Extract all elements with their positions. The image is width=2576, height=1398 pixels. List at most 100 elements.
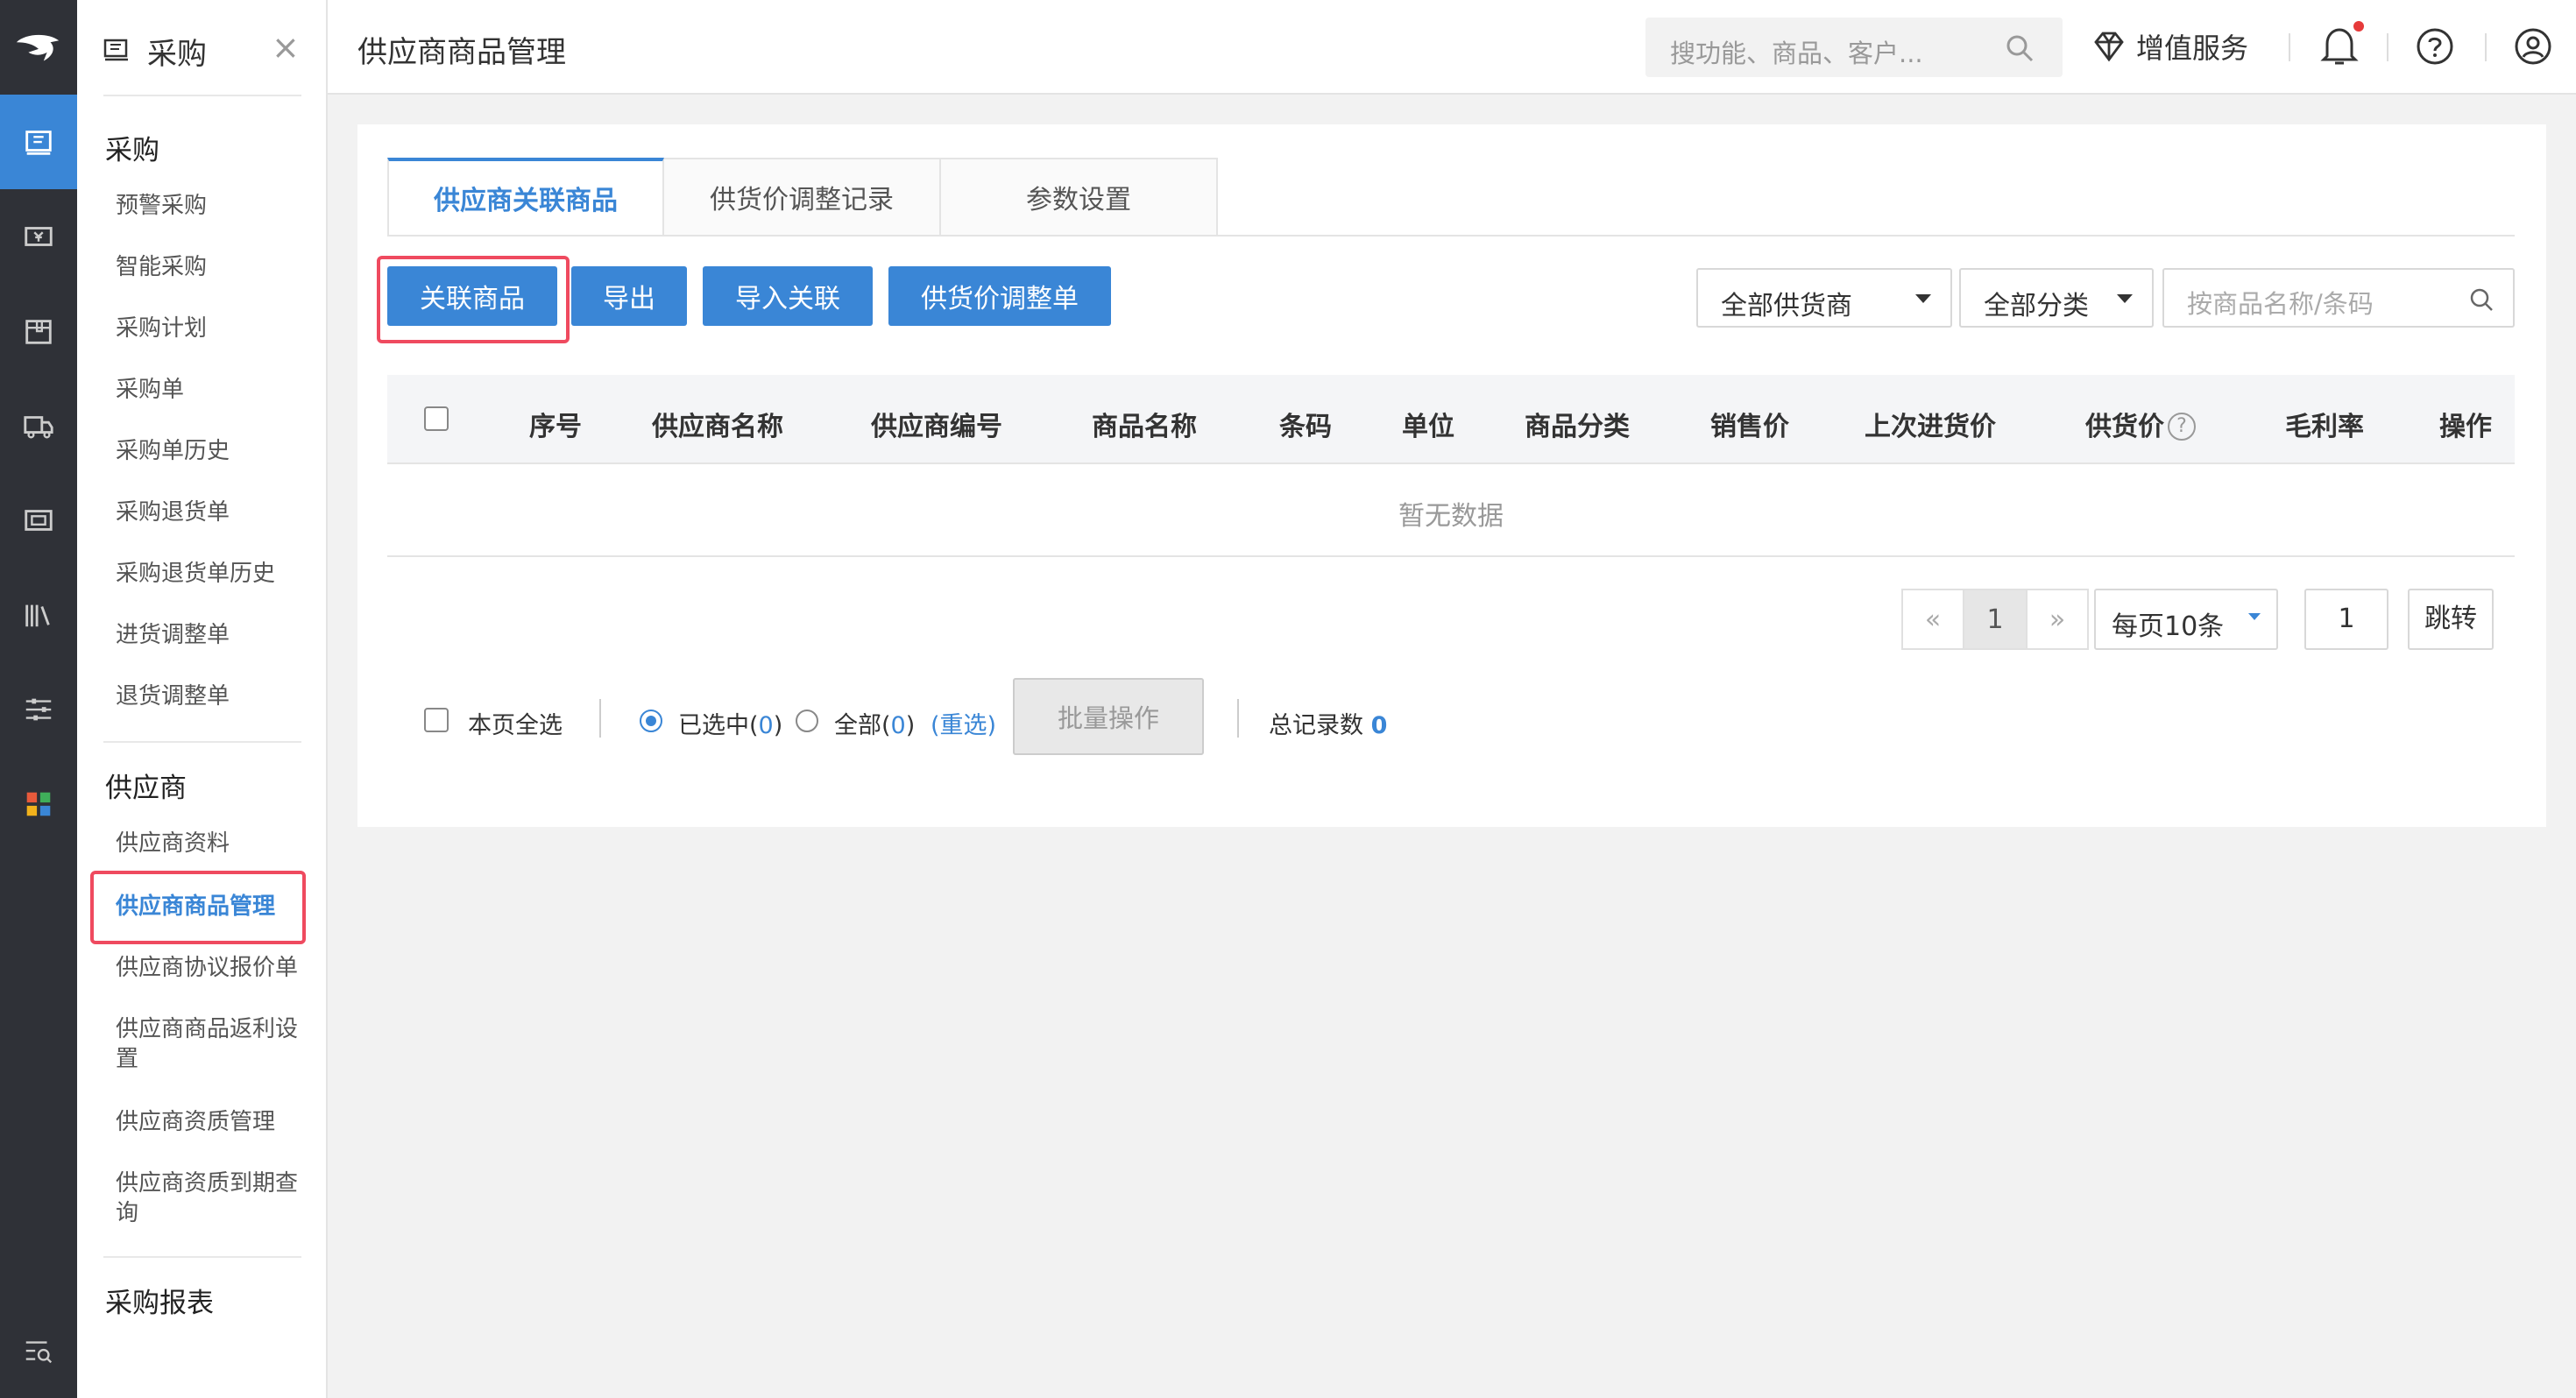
- search-placeholder: 按商品名称/条码: [2187, 289, 2374, 319]
- icon-rail: [0, 0, 77, 1398]
- tab-bar: 供应商关联商品 供货价调整记录 参数设置: [387, 158, 1218, 237]
- divider: [103, 1256, 301, 1258]
- import-link-button[interactable]: 导入关联: [703, 266, 873, 326]
- supplier-select[interactable]: 全部供货商: [1696, 268, 1952, 328]
- column-header[interactable]: 供应商编号: [871, 405, 1002, 443]
- column-header[interactable]: 商品名称: [1092, 405, 1197, 443]
- jump-button[interactable]: 跳转: [2408, 589, 2494, 650]
- bell-icon[interactable]: [2318, 25, 2360, 68]
- divider: [599, 699, 601, 738]
- jump-page-input[interactable]: 1: [2304, 589, 2388, 650]
- help-icon[interactable]: [2415, 26, 2455, 67]
- column-header[interactable]: 上次进货价: [1865, 405, 1996, 443]
- total-count: 0: [1370, 712, 1388, 739]
- category-select-value: 全部分类: [1984, 291, 2089, 321]
- goods-search-input[interactable]: 按商品名称/条码: [2162, 268, 2515, 328]
- search-icon[interactable]: [2467, 286, 2495, 314]
- divider: [1237, 699, 1239, 738]
- table-header: 序号 供应商名称 供应商编号 商品名称 条码 单位 商品分类 销售价 上次进货价…: [387, 375, 2515, 464]
- column-header[interactable]: 单位: [1402, 405, 1454, 443]
- column-header[interactable]: 条码: [1279, 405, 1332, 443]
- price-adjust-order-button[interactable]: 供货价调整单: [888, 266, 1111, 326]
- sidebar-item-purchase-plan[interactable]: 采购计划: [116, 314, 300, 343]
- sidebar-item-supplier-goods[interactable]: 供应商商品管理: [116, 892, 300, 921]
- search-placeholder: 搜功能、商品、客户...: [1670, 39, 1923, 68]
- tab-settings[interactable]: 参数设置: [941, 158, 1218, 237]
- select-all-checkbox[interactable]: [424, 406, 449, 431]
- divider: [387, 235, 2515, 237]
- group-title-purchase-report[interactable]: 采购报表: [105, 1281, 214, 1320]
- total-records: 总记录数 0: [1269, 706, 1387, 740]
- cash-icon[interactable]: [0, 189, 77, 284]
- sidebar-item-supplier-quote[interactable]: 供应商协议报价单: [116, 953, 300, 983]
- sidebar-item-purchase-order[interactable]: 采购单: [116, 375, 300, 405]
- reselect-link[interactable]: (重选): [931, 706, 996, 740]
- column-header[interactable]: 供货价?: [2085, 405, 2196, 443]
- batch-operation-button[interactable]: 批量操作: [1013, 678, 1204, 755]
- prev-page-button[interactable]: «: [1901, 589, 1964, 650]
- purchase-icon[interactable]: [0, 95, 77, 189]
- sidebar-item-inbound-adjust[interactable]: 进货调整单: [116, 620, 300, 650]
- user-icon[interactable]: [2513, 26, 2553, 67]
- column-header[interactable]: 销售价: [1710, 405, 1789, 443]
- page-button-current[interactable]: 1: [1963, 589, 2028, 650]
- box-icon[interactable]: [0, 284, 77, 378]
- divider: [103, 741, 301, 743]
- sidebar-item-return-history[interactable]: 采购退货单历史: [116, 559, 300, 589]
- truck-icon[interactable]: [0, 378, 77, 473]
- tab-price-adjust-records[interactable]: 供货价调整记录: [664, 158, 941, 237]
- supplier-select-value: 全部供货商: [1721, 291, 1852, 321]
- sidebar-item-return-adjust[interactable]: 退货调整单: [116, 681, 300, 711]
- sidebar-item-qualification-expiry[interactable]: 供应商资质到期查询: [116, 1169, 300, 1228]
- value-added-service-button[interactable]: 增值服务: [2091, 26, 2248, 67]
- selected-radio[interactable]: [640, 710, 662, 732]
- tab-supplier-goods[interactable]: 供应商关联商品: [387, 158, 664, 237]
- selected-count: 0: [758, 712, 774, 739]
- category-select[interactable]: 全部分类: [1959, 268, 2154, 328]
- column-header[interactable]: 序号: [529, 405, 582, 443]
- group-title-supplier[interactable]: 供应商: [105, 766, 187, 805]
- sidebar-item-alert-purchase[interactable]: 预警采购: [116, 191, 300, 221]
- group-title-purchase[interactable]: 采购: [105, 128, 159, 167]
- search-list-icon[interactable]: [0, 1303, 77, 1398]
- sidebar-title: 采购: [147, 37, 207, 72]
- column-header[interactable]: 商品分类: [1525, 405, 1630, 443]
- column-header[interactable]: 操作: [2439, 405, 2492, 443]
- page-size-select[interactable]: 每页10条: [2094, 589, 2278, 650]
- column-header[interactable]: 供应商名称: [652, 405, 783, 443]
- total-label: 总记录数: [1269, 712, 1363, 739]
- purchase-icon: [103, 39, 128, 61]
- vas-label: 增值服务: [2136, 32, 2249, 65]
- sidebar-item-purchase-return[interactable]: 采购退货单: [116, 498, 300, 527]
- select-page-checkbox[interactable]: [424, 708, 449, 732]
- divider: [2485, 33, 2487, 61]
- column-header[interactable]: 毛利率: [2285, 405, 2364, 443]
- divider: [103, 95, 301, 96]
- books-icon[interactable]: [0, 568, 77, 662]
- sliders-icon[interactable]: [0, 662, 77, 757]
- sidebar-item-supplier-profile[interactable]: 供应商资料: [116, 829, 300, 858]
- global-search-input[interactable]: 搜功能、商品、客户...: [1645, 18, 2063, 77]
- apps-icon[interactable]: [0, 757, 77, 851]
- selected-suffix: ): [773, 712, 783, 739]
- all-prefix: 全部(: [834, 712, 891, 739]
- sidebar-item-supplier-qualification[interactable]: 供应商资质管理: [116, 1107, 300, 1137]
- all-radio[interactable]: [796, 710, 818, 732]
- empty-text: 暂无数据: [1398, 501, 1504, 532]
- sidebar-item-purchase-history[interactable]: 采购单历史: [116, 436, 300, 466]
- next-page-button[interactable]: »: [2026, 589, 2089, 650]
- card-icon[interactable]: [0, 473, 77, 568]
- help-icon[interactable]: ?: [2168, 413, 2196, 441]
- column-header-label: 供货价: [2085, 412, 2164, 442]
- link-goods-button[interactable]: 关联商品: [387, 266, 557, 326]
- diamond-icon: [2094, 32, 2124, 62]
- caret-down-icon: [2117, 294, 2133, 303]
- sidebar-item-smart-purchase[interactable]: 智能采购: [116, 252, 300, 282]
- sidebar-item-supplier-rebate[interactable]: 供应商商品返利设置: [116, 1014, 300, 1074]
- all-option-label: 全部(0): [834, 706, 915, 740]
- export-button[interactable]: 导出: [571, 266, 687, 326]
- close-icon[interactable]: ×: [272, 30, 300, 65]
- page-title: 供应商商品管理: [357, 35, 566, 70]
- logo-icon[interactable]: [0, 0, 77, 95]
- search-icon[interactable]: [2005, 33, 2035, 63]
